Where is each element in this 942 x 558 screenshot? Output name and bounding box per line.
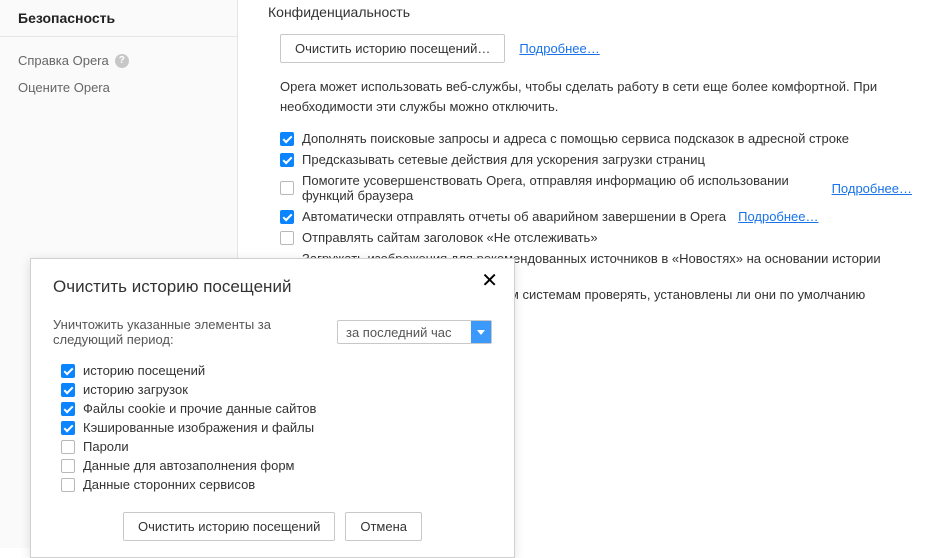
checkbox[interactable]	[280, 210, 294, 224]
period-label: Уничтожить указанные элементы за следующ…	[53, 317, 329, 347]
dialog-checklist: историю посещений историю загрузок Файлы c…	[53, 361, 492, 494]
privacy-item: Отправлять сайтам заголовок «Не отслежив…	[280, 227, 912, 248]
checkbox[interactable]	[61, 402, 75, 416]
privacy-item-label: Отправлять сайтам заголовок «Не отслежив…	[302, 230, 598, 245]
dialog-item-label: Данные для автозаполнения форм	[83, 458, 295, 473]
dialog-item: Кэшированные изображения и файлы	[61, 418, 492, 437]
dialog-confirm-button[interactable]: Очистить историю посещений	[123, 512, 335, 541]
privacy-item-label: Предсказывать сетевые действия для ускор…	[302, 152, 705, 167]
dialog-item-label: Файлы cookie и прочие данные сайтов	[83, 401, 316, 416]
clear-history-button[interactable]: Очистить историю посещений…	[280, 34, 505, 63]
privacy-item: Помогите усовершенствовать Opera, отправ…	[280, 170, 912, 206]
privacy-description: Opera может использовать веб-службы, что…	[268, 77, 912, 116]
learn-more-link[interactable]: Подробнее…	[519, 41, 599, 56]
dialog-cancel-button[interactable]: Отмена	[345, 512, 422, 541]
sidebar-links: Справка Opera ? Оцените Opera	[0, 37, 237, 111]
chevron-down-icon	[471, 321, 491, 343]
sidebar-title: Безопасность	[18, 10, 219, 26]
privacy-item-label: Помогите усовершенствовать Opera, отправ…	[302, 173, 820, 203]
checkbox[interactable]	[61, 364, 75, 378]
learn-more-link[interactable]: Подробнее…	[832, 181, 912, 196]
dialog-item-label: Данные сторонних сервисов	[83, 477, 255, 492]
dialog-item: Данные для автозаполнения форм	[61, 456, 492, 475]
dialog-item: историю загрузок	[61, 380, 492, 399]
sidebar-link-help[interactable]: Справка Opera ?	[18, 47, 219, 74]
dialog-item: Файлы cookie и прочие данные сайтов	[61, 399, 492, 418]
checkbox[interactable]	[61, 440, 75, 454]
dialog-item-label: историю посещений	[83, 363, 205, 378]
period-select[interactable]: за последний час	[337, 320, 492, 344]
learn-more-link[interactable]: Подробнее…	[738, 209, 818, 224]
checkbox[interactable]	[280, 132, 294, 146]
checkbox[interactable]	[61, 478, 75, 492]
dialog-item: историю посещений	[61, 361, 492, 380]
checkbox[interactable]	[61, 459, 75, 473]
privacy-item: Автоматически отправлять отчеты об авари…	[280, 206, 912, 227]
sidebar-link-rate[interactable]: Оцените Opera	[18, 74, 219, 101]
sidebar-link-label: Оцените Opera	[18, 80, 110, 95]
dialog-item: Пароли	[61, 437, 492, 456]
dialog-item: Данные сторонних сервисов	[61, 475, 492, 494]
dialog-title: Очистить историю посещений	[53, 277, 492, 297]
sidebar-link-label: Справка Opera	[18, 53, 109, 68]
period-select-value: за последний час	[346, 325, 452, 340]
dialog-item-label: историю загрузок	[83, 382, 188, 397]
checkbox[interactable]	[61, 383, 75, 397]
checkbox[interactable]	[280, 231, 294, 245]
dialog-item-label: Кэшированные изображения и файлы	[83, 420, 314, 435]
close-icon[interactable]: ✕	[477, 269, 502, 293]
checkbox[interactable]	[280, 181, 294, 195]
dialog-item-label: Пароли	[83, 439, 129, 454]
privacy-item: Предсказывать сетевые действия для ускор…	[280, 149, 912, 170]
checkbox[interactable]	[61, 421, 75, 435]
help-icon: ?	[115, 54, 129, 68]
privacy-item-label: Автоматически отправлять отчеты об авари…	[302, 209, 726, 224]
clear-history-dialog: ✕ Очистить историю посещений Уничтожить …	[30, 258, 515, 558]
checkbox[interactable]	[280, 153, 294, 167]
section-heading-privacy: Конфиденциальность	[268, 4, 912, 20]
privacy-item-label: Дополнять поисковые запросы и адреса с п…	[302, 131, 849, 146]
privacy-item: Дополнять поисковые запросы и адреса с п…	[280, 128, 912, 149]
sidebar-active-section: Безопасность	[0, 0, 237, 37]
